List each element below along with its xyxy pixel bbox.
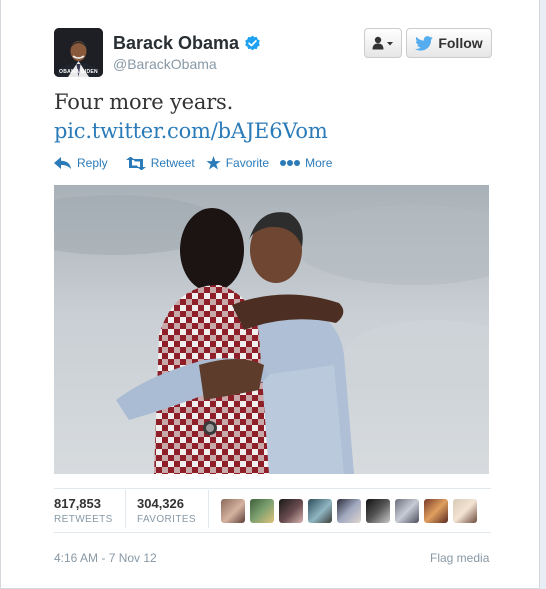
retweet-action[interactable]: Retweet [125,156,195,170]
favoriter-avatar[interactable] [453,499,477,523]
favorites-count: 304,326 [137,496,184,511]
tweet-card: OBAMA BIDEN Barack Obama @BarackObama Fo… [0,0,540,589]
favorites-label: FAVORITES [137,514,196,525]
display-name[interactable]: Barack Obama [113,33,239,54]
reply-label: Reply [77,156,108,170]
tweet-timestamp[interactable]: 4:16 AM - 7 Nov 12 [54,551,157,565]
user-handle[interactable]: @BarackObama [113,56,217,72]
verified-badge-icon [245,35,260,51]
embrace-photo [54,185,489,474]
tweet-photo[interactable] [54,185,489,474]
favoriter-avatar[interactable] [279,499,303,523]
tweet-actions: Reply Retweet Favorite More [54,156,343,170]
star-icon [206,156,221,170]
stats-top-divider [54,488,491,489]
twitter-bird-icon [415,35,434,51]
stats-separator [208,490,209,528]
user-dropdown-icon [372,36,393,50]
tweet-text: Four more years. [54,90,234,114]
favoriters-avatars [221,499,482,523]
stats-separator [125,490,126,528]
follow-button[interactable]: Follow [406,28,492,58]
avatar[interactable]: OBAMA BIDEN [54,28,103,77]
favoriter-avatar[interactable] [250,499,274,523]
favoriter-avatar[interactable] [308,499,332,523]
retweet-icon [125,156,146,170]
favoriter-avatar[interactable] [424,499,448,523]
flag-media-link[interactable]: Flag media [430,551,489,565]
favoriter-avatar[interactable] [221,499,245,523]
stats-bottom-divider [54,532,491,533]
reply-icon [54,156,71,169]
retweet-label: Retweet [150,156,195,170]
favorite-action[interactable]: Favorite [206,156,269,170]
name-row: Barack Obama [113,33,261,54]
user-actions-button[interactable] [364,28,402,58]
retweets-count: 817,853 [54,496,101,511]
more-action[interactable]: More [280,156,332,170]
more-dots-icon [280,160,301,166]
retweets-label: RETWEETS [54,514,113,525]
favoriter-avatar[interactable] [337,499,361,523]
tweet-media-link[interactable]: pic.twitter.com/bAJE6Vom [54,119,328,143]
favorites-stat[interactable]: 304,326 FAVORITES [137,496,196,525]
favoriter-avatar[interactable] [366,499,390,523]
reply-action[interactable]: Reply [54,156,108,170]
favorite-label: Favorite [225,156,270,170]
avatar-caption: OBAMA BIDEN [59,69,98,75]
more-label: More [305,156,333,170]
follow-label: Follow [438,35,483,51]
retweets-stat[interactable]: 817,853 RETWEETS [54,496,113,525]
favoriter-avatar[interactable] [395,499,419,523]
